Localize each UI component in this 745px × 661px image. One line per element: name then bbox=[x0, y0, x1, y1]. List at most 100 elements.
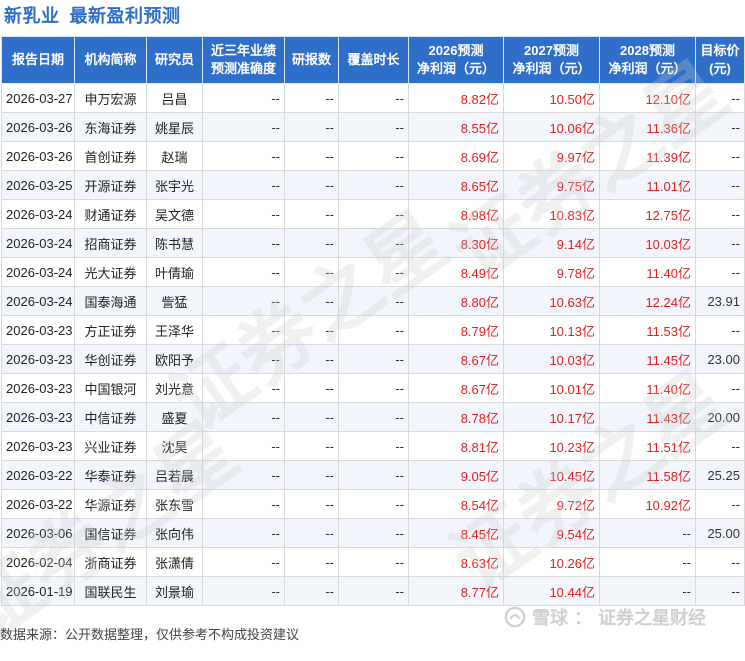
coverage-cell: -- bbox=[338, 257, 409, 287]
coverage-cell: -- bbox=[338, 489, 409, 519]
report-date-cell: 2026-02-04 bbox=[1, 547, 75, 577]
coverage-cell: -- bbox=[338, 112, 409, 142]
forecast-2026-cell: 8.67亿 bbox=[408, 373, 504, 403]
forecast-2028-cell: 11.01亿 bbox=[599, 170, 696, 200]
report-count-cell: -- bbox=[284, 402, 339, 432]
coverage-cell: -- bbox=[338, 547, 409, 577]
header-forecast-2028: 2028预测 净利润（元） bbox=[599, 36, 696, 84]
table-row: 2026-03-24 国泰海通 訾猛 -- -- -- 8.80亿 10.63亿 12.24亿 2… bbox=[1, 286, 745, 316]
forecast-2028-cell: 11.53亿 bbox=[599, 315, 696, 345]
forecast-2027-cell: 10.26亿 bbox=[503, 547, 600, 577]
target-price-cell: -- bbox=[695, 199, 745, 229]
forecast-2028-cell: 11.43亿 bbox=[599, 402, 696, 432]
report-date-cell: 2026-03-24 bbox=[1, 228, 75, 258]
brand-separator: ： bbox=[574, 608, 592, 628]
report-date-cell: 2026-03-23 bbox=[1, 431, 75, 461]
accuracy-cell: -- bbox=[202, 315, 285, 345]
institution-cell: 方正证券 bbox=[74, 315, 147, 345]
table-row: 2026-03-23 中信证券 盛夏 -- -- -- 8.78亿 10.17亿 11.43亿 2… bbox=[1, 402, 745, 432]
target-price-cell: 20.00 bbox=[695, 402, 745, 432]
accuracy-cell: -- bbox=[202, 257, 285, 287]
forecast-2027-cell: 10.17亿 bbox=[503, 402, 600, 432]
target-price-cell: 23.91 bbox=[695, 286, 745, 316]
forecast-2026-cell: 8.55亿 bbox=[408, 112, 504, 142]
table-row: 2026-03-22 华源证券 张东雪 -- -- -- 8.54亿 9.72亿 10.92亿 -… bbox=[1, 489, 745, 519]
forecast-2028-cell: -- bbox=[599, 518, 696, 548]
coverage-cell: -- bbox=[338, 518, 409, 548]
institution-cell: 光大证券 bbox=[74, 257, 147, 287]
forecast-2028-cell: 11.36亿 bbox=[599, 112, 696, 142]
institution-cell: 申万宏源 bbox=[74, 83, 147, 113]
table-row: 2026-03-23 华创证券 欧阳予 -- -- -- 8.67亿 10.03亿 11.45亿… bbox=[1, 344, 745, 374]
institution-cell: 东海证券 bbox=[74, 112, 147, 142]
report-count-cell: -- bbox=[284, 141, 339, 171]
accuracy-cell: -- bbox=[202, 286, 285, 316]
header-label: 覆盖时长 bbox=[347, 52, 400, 67]
target-price-cell: 25.00 bbox=[695, 518, 745, 548]
analyst-cell: 吕若晨 bbox=[146, 460, 203, 490]
report-count-cell: -- bbox=[284, 83, 339, 113]
table-row: 2026-03-26 东海证券 姚星辰 -- -- -- 8.55亿 10.06亿 11.36亿… bbox=[1, 112, 745, 142]
page-title: 最新盈利预测 bbox=[69, 6, 181, 26]
analyst-cell: 张向伟 bbox=[146, 518, 203, 548]
institution-cell: 招商证券 bbox=[74, 228, 147, 258]
accuracy-cell: -- bbox=[202, 518, 285, 548]
header-label: 净利润（元） bbox=[416, 61, 495, 76]
institution-cell: 首创证券 bbox=[74, 141, 147, 171]
forecast-2028-cell: -- bbox=[599, 576, 696, 606]
forecast-2026-cell: 8.77亿 bbox=[408, 576, 504, 606]
table-body: 2026-03-27 申万宏源 吕昌 -- -- -- 8.82亿 10.50亿 12.10亿 -… bbox=[1, 83, 745, 606]
table-row: 2026-03-23 兴业证券 沈昊 -- -- -- 8.81亿 10.23亿 11.51亿 -… bbox=[1, 431, 745, 461]
forecast-2026-cell: 8.63亿 bbox=[408, 547, 504, 577]
institution-cell: 国联民生 bbox=[74, 576, 147, 606]
report-count-cell: -- bbox=[284, 576, 339, 606]
forecast-2026-cell: 8.69亿 bbox=[408, 141, 504, 171]
accuracy-cell: -- bbox=[202, 460, 285, 490]
target-price-cell: -- bbox=[695, 83, 745, 113]
table-row: 2026-01-19 国联民生 刘景瑜 -- -- -- 8.77亿 10.44亿 -- -- bbox=[1, 576, 745, 606]
target-price-cell: -- bbox=[695, 141, 745, 171]
forecast-2028-cell: 10.03亿 bbox=[599, 228, 696, 258]
table-row: 2026-03-23 中国银河 刘光意 -- -- -- 8.67亿 10.01亿 11.40亿… bbox=[1, 373, 745, 403]
forecast-2028-cell: 11.40亿 bbox=[599, 257, 696, 287]
target-price-cell: -- bbox=[695, 373, 745, 403]
report-count-cell: -- bbox=[284, 199, 339, 229]
accuracy-cell: -- bbox=[202, 141, 285, 171]
brand-snowball: 雪球 bbox=[532, 608, 568, 628]
analyst-cell: 王泽华 bbox=[146, 315, 203, 345]
institution-cell: 财通证券 bbox=[74, 199, 147, 229]
coverage-cell: -- bbox=[338, 373, 409, 403]
table-row: 2026-03-24 财通证券 吴文德 -- -- -- 8.98亿 10.83亿 12.75亿… bbox=[1, 199, 745, 229]
header-label: (元) bbox=[709, 61, 731, 76]
accuracy-cell: -- bbox=[202, 373, 285, 403]
forecast-2027-cell: 10.45亿 bbox=[503, 460, 600, 490]
target-price-cell: 23.00 bbox=[695, 344, 745, 374]
coverage-cell: -- bbox=[338, 344, 409, 374]
header-forecast-2027: 2027预测 净利润（元） bbox=[503, 36, 600, 84]
forecast-2027-cell: 9.54亿 bbox=[503, 518, 600, 548]
institution-cell: 中国银河 bbox=[74, 373, 147, 403]
forecast-2026-cell: 8.78亿 bbox=[408, 402, 504, 432]
table-row: 2026-03-27 申万宏源 吕昌 -- -- -- 8.82亿 10.50亿 12.10亿 -… bbox=[1, 83, 745, 113]
accuracy-cell: -- bbox=[202, 112, 285, 142]
header-label: 机构简称 bbox=[84, 52, 137, 67]
forecast-2028-cell: 11.40亿 bbox=[599, 373, 696, 403]
coverage-cell: -- bbox=[338, 402, 409, 432]
institution-cell: 华源证券 bbox=[74, 489, 147, 519]
coverage-cell: -- bbox=[338, 431, 409, 461]
table-row: 2026-03-22 华泰证券 吕若晨 -- -- -- 9.05亿 10.45亿 11.58亿… bbox=[1, 460, 745, 490]
forecast-2026-cell: 8.45亿 bbox=[408, 518, 504, 548]
forecast-2026-cell: 8.65亿 bbox=[408, 170, 504, 200]
analyst-cell: 刘光意 bbox=[146, 373, 203, 403]
brand-mark: 雪球 ： 证券之星财经 bbox=[504, 604, 706, 630]
target-price-cell: -- bbox=[695, 489, 745, 519]
report-date-cell: 2026-03-25 bbox=[1, 170, 75, 200]
analyst-cell: 沈昊 bbox=[146, 431, 203, 461]
analyst-cell: 张潇倩 bbox=[146, 547, 203, 577]
report-count-cell: -- bbox=[284, 315, 339, 345]
table-row: 2026-03-23 方正证券 王泽华 -- -- -- 8.79亿 10.13亿 11.53亿… bbox=[1, 315, 745, 345]
analyst-cell: 吴文德 bbox=[146, 199, 203, 229]
header-label: 目标价 bbox=[700, 43, 740, 58]
coverage-cell: -- bbox=[338, 228, 409, 258]
header-target-price: 目标价 (元) bbox=[695, 36, 745, 84]
